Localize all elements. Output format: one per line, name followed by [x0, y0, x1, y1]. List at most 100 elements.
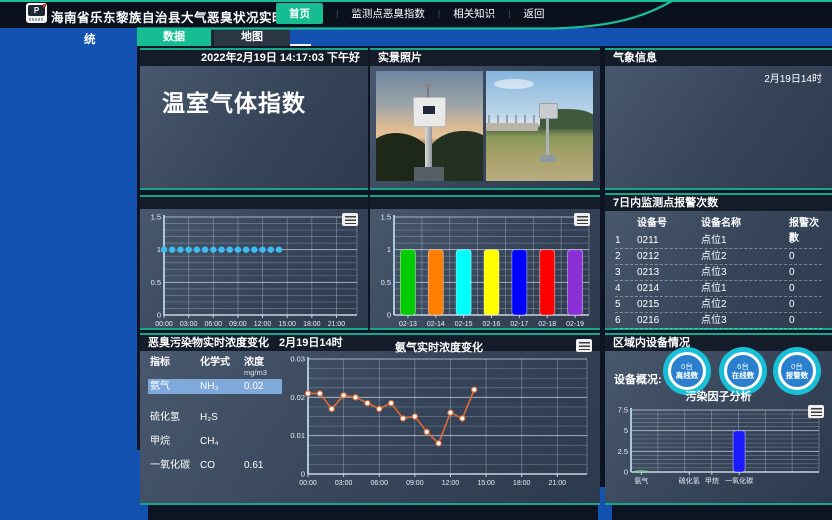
svg-text:03:00: 03:00	[180, 321, 198, 328]
logo-red-mark	[43, 4, 46, 7]
device-name: 点位1	[701, 233, 789, 248]
pollutant-value: 0.61	[244, 458, 280, 473]
col-formula: 化学式	[200, 355, 244, 370]
panel-devices-title: 区域内设备情况	[613, 335, 690, 351]
site-photo-field[interactable]	[486, 71, 593, 181]
panel-devices-header: 区域内设备情况	[605, 335, 832, 351]
tab-map[interactable]: 地图	[214, 28, 290, 46]
pollutant-name: 甲烷	[148, 434, 200, 449]
svg-text:02-16: 02-16	[483, 321, 501, 328]
alarm-count: 0	[789, 249, 822, 264]
tab-data[interactable]: 数据	[137, 28, 211, 46]
svg-text:02-18: 02-18	[538, 321, 556, 328]
svg-text:18:00: 18:00	[303, 321, 321, 328]
device-name: 点位3	[701, 313, 789, 328]
pollutant-row[interactable]: 甲烷 CH₄	[148, 434, 282, 449]
nav-home[interactable]: 首页	[276, 3, 323, 24]
panel-pollutants: 恶臭污染物实时浓度变化 2月19日14时 指标 化学式 浓度 mg/m3 氨气 …	[140, 333, 600, 505]
pollutant-name: 硫化氢	[148, 410, 200, 425]
row-index: 6	[615, 313, 637, 328]
site-photo-sunset[interactable]	[376, 71, 483, 181]
device-id: 0215	[637, 297, 701, 312]
svg-text:06:00: 06:00	[370, 480, 388, 487]
svg-text:0.5: 0.5	[151, 278, 161, 287]
chart-menu-icon[interactable]	[576, 339, 592, 352]
alarm-col-index	[615, 216, 637, 233]
monitor-base	[414, 167, 444, 181]
svg-text:0: 0	[387, 311, 391, 320]
stat-count: 0台	[681, 363, 693, 371]
photo-wall	[486, 123, 538, 131]
svg-text:7.5: 7.5	[618, 406, 628, 415]
svg-text:02-13: 02-13	[399, 321, 417, 328]
pollutant-name: 一氧化碳	[148, 458, 200, 473]
stat-circle-offline[interactable]: 0台 离线数	[668, 352, 706, 390]
svg-text:02-15: 02-15	[455, 321, 473, 328]
nav-knowledge[interactable]: 相关知识	[453, 6, 495, 21]
device-name: 点位1	[701, 281, 789, 296]
svg-text:0: 0	[157, 311, 161, 320]
sidebar	[0, 28, 137, 520]
device-id: 0216	[637, 313, 701, 328]
app-title-wrapped: 统	[84, 31, 96, 47]
svg-text:1.5: 1.5	[151, 213, 161, 222]
alarm-count: 0	[789, 233, 822, 248]
stat-circle-online[interactable]: 6台 在线数	[724, 352, 762, 390]
alarm-col-count: 报警次数	[789, 216, 822, 233]
svg-text:氨气: 氨气	[634, 476, 648, 485]
device-name: 点位2	[701, 297, 789, 312]
svg-text:硫化氢: 硫化氢	[679, 476, 700, 485]
panel-weather-header: 气象信息	[605, 50, 832, 66]
row-index: 4	[615, 281, 637, 296]
panel-clock: 2022年2月19日 14:17:03 下午好 温室气体指数	[140, 48, 368, 190]
nav-odor-index[interactable]: 监测点恶臭指数	[351, 6, 425, 21]
monitor-pole	[546, 115, 549, 157]
svg-text:02-14: 02-14	[427, 321, 445, 328]
svg-text:0.03: 0.03	[290, 355, 305, 364]
device-overview-label: 设备概况:	[614, 371, 662, 387]
monitor-antenna	[427, 87, 429, 97]
pollutant-value: 0.02	[244, 379, 280, 394]
stat-label: 离线数	[676, 372, 699, 380]
logo-caption	[29, 18, 44, 21]
svg-text:0.5: 0.5	[381, 278, 391, 287]
svg-text:12:00: 12:00	[442, 480, 460, 487]
pollutant-formula: NH₃	[200, 379, 244, 394]
table-row: 3 0213 点位3 0	[615, 265, 822, 281]
stat-circle-alarm[interactable]: 0台 报警数	[778, 352, 816, 390]
monitor-antenna-cap	[423, 83, 433, 87]
svg-text:21:00: 21:00	[328, 321, 346, 328]
svg-text:一氧化碳: 一氧化碳	[725, 476, 753, 485]
alarm-col-device-name: 设备名称	[701, 216, 789, 233]
svg-text:02-19: 02-19	[566, 321, 584, 328]
row-index: 3	[615, 265, 637, 280]
chart-menu-icon[interactable]	[342, 213, 358, 226]
device-id: 0213	[637, 265, 701, 280]
nav-back[interactable]: 返回	[524, 6, 545, 21]
svg-text:18:00: 18:00	[513, 480, 531, 487]
pollutant-formula: CH₄	[200, 434, 244, 449]
pollutant-row[interactable]: 硫化氢 H₂S	[148, 410, 282, 425]
chart-menu-icon[interactable]	[808, 405, 824, 418]
svg-text:5: 5	[624, 426, 628, 435]
chart-menu-icon[interactable]	[574, 213, 590, 226]
row-index: 2	[615, 249, 637, 264]
monitor-screen	[423, 106, 435, 114]
pollutant-row[interactable]: 一氧化碳 CO 0.61	[148, 458, 282, 473]
alarm-table-header-row: 设备号 设备名称 报警次数	[615, 216, 822, 233]
svg-text:0.02: 0.02	[290, 393, 305, 402]
pollutant-row-selected[interactable]: 氨气 NH₃ 0.02	[148, 379, 282, 394]
svg-text:1.5: 1.5	[381, 213, 391, 222]
table-row: 6 0216 点位3 0	[615, 313, 822, 329]
svg-text:1: 1	[387, 245, 391, 254]
table-row: 2 0212 点位2 0	[615, 249, 822, 265]
stat-label: 在线数	[732, 372, 755, 380]
panel-photos-header: 实景照片	[370, 50, 600, 66]
panel-clock-header: 2022年2月19日 14:17:03 下午好	[140, 50, 368, 66]
pollutant-formula: CO	[200, 458, 244, 473]
device-name: 点位2	[701, 249, 789, 264]
row-index: 1	[615, 233, 637, 248]
stat-count: 0台	[791, 363, 803, 371]
svg-text:02-17: 02-17	[510, 321, 528, 328]
alarm-count: 0	[789, 313, 822, 328]
